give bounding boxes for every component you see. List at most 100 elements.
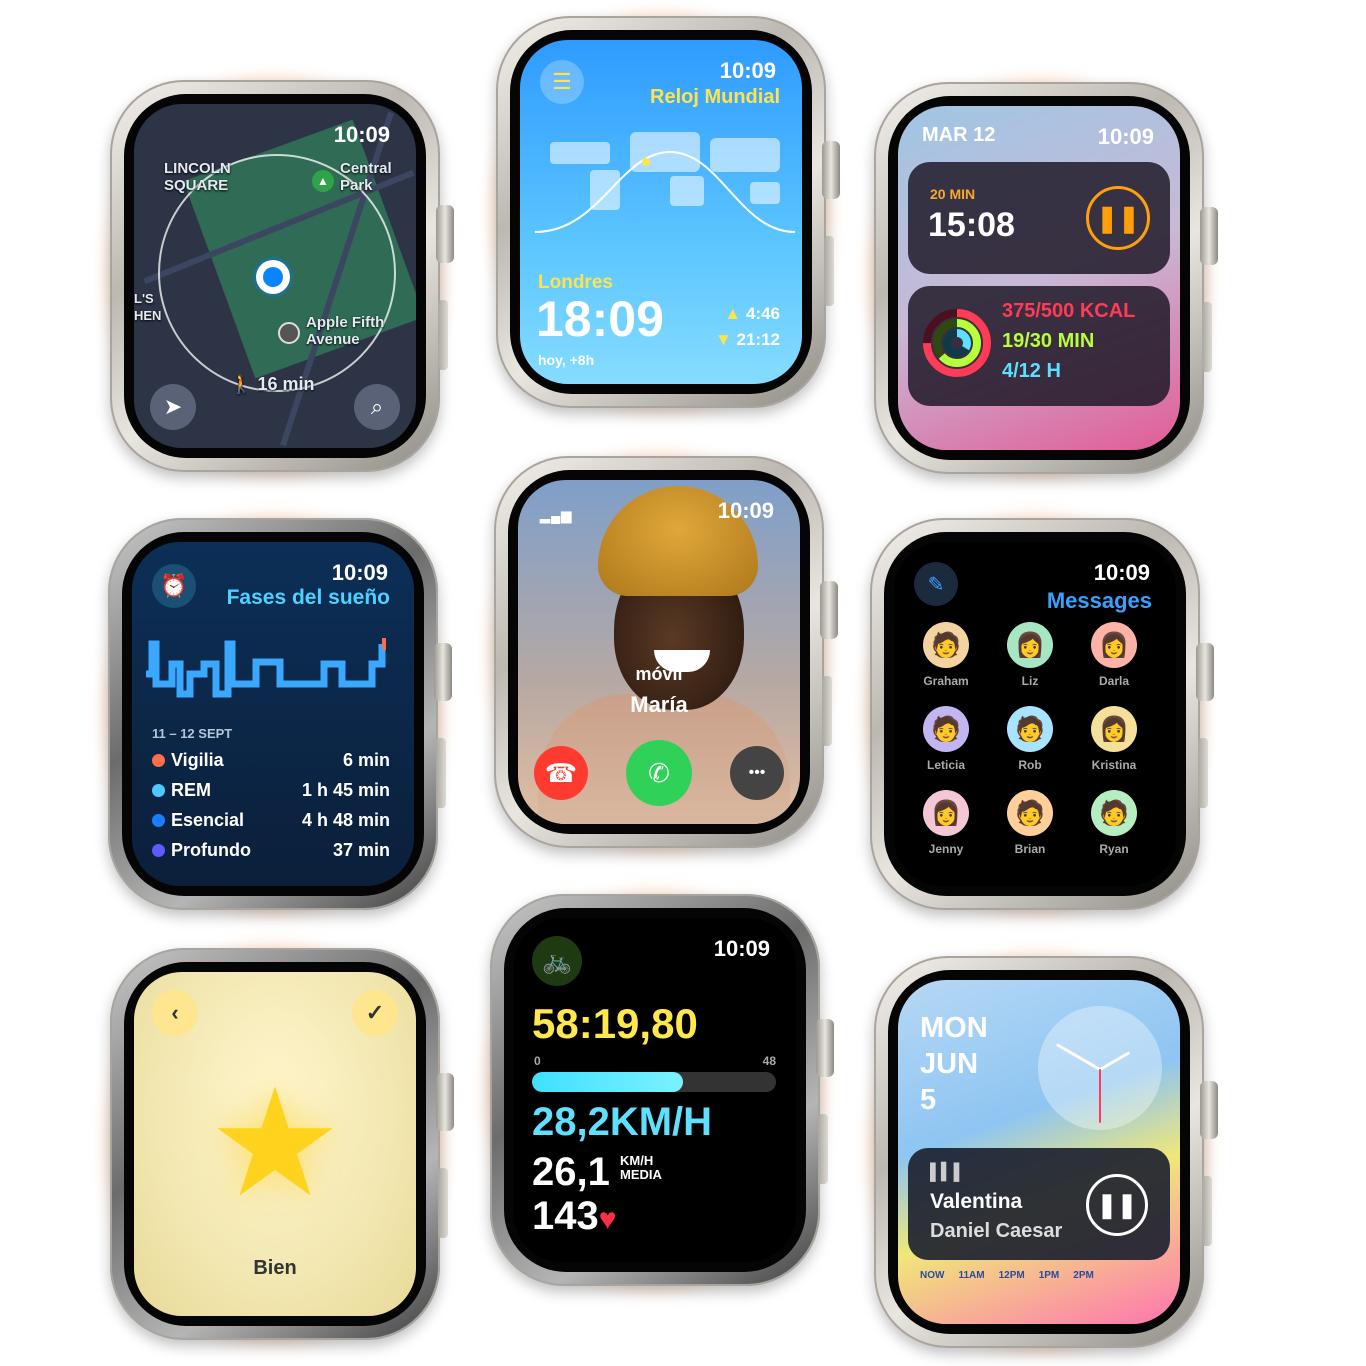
accept-call-icon[interactable]: ✆ — [626, 740, 692, 806]
weekday: MON — [920, 1012, 988, 1044]
contact-name: Ryan — [1099, 842, 1129, 856]
alarm-clock-icon[interactable]: ⏰ — [152, 564, 196, 608]
digital-crown[interactable] — [434, 643, 452, 702]
awake-marker — [382, 638, 386, 650]
side-button[interactable] — [438, 1167, 448, 1238]
pause-icon[interactable]: ❚❚ — [1086, 186, 1150, 250]
map-label-line: Apple Fifth — [306, 314, 385, 331]
status-time: 10:09 — [1097, 124, 1154, 149]
average-speed-unit: KM/H — [620, 1153, 654, 1168]
contact-item[interactable]: 🧑 Ryan — [1084, 790, 1144, 856]
compose-icon[interactable]: ✎ — [914, 562, 958, 606]
digital-crown[interactable] — [816, 1019, 834, 1078]
mindfulness-screen: ‹ ✓ ★ Bien — [134, 972, 416, 1316]
digital-crown[interactable] — [1196, 643, 1214, 702]
map-label-line: HEN — [134, 308, 162, 323]
move-value: 375/500 KCAL — [1002, 300, 1136, 322]
confirm-check-icon[interactable]: ✓ — [352, 990, 398, 1036]
status-time: 10:09 — [717, 498, 774, 523]
contact-item[interactable]: 🧑 Leticia — [916, 706, 976, 772]
call-screen: ▂▄▆ 10:09 móvil María ☎ ✆ ••• — [518, 480, 800, 824]
side-button[interactable] — [822, 675, 832, 746]
map-label-west: L'S HEN — [134, 290, 161, 324]
route-time-value: 16 min — [257, 374, 315, 394]
status-time: 10:09 — [333, 122, 390, 147]
digital-crown[interactable] — [1200, 1081, 1218, 1140]
side-button[interactable] — [438, 299, 448, 370]
contact-item[interactable]: 👩 Kristina — [1084, 706, 1144, 772]
stage-dot — [152, 784, 165, 797]
speed-bar — [532, 1072, 776, 1092]
app-title: Messages — [1046, 588, 1152, 613]
map-label-line: L'S — [134, 291, 154, 306]
avatar: 👩 — [1091, 622, 1137, 668]
contact-item[interactable]: 👩 Liz — [1000, 622, 1060, 688]
sunrise-icon: ▲ — [724, 304, 742, 323]
contact-item[interactable]: 👩 Darla — [1084, 622, 1144, 688]
contact-item[interactable]: 🧑 Brian — [1000, 790, 1060, 856]
search-icon[interactable]: ⌕ — [354, 384, 400, 430]
side-button[interactable] — [1198, 737, 1208, 808]
activity-widget[interactable]: 375/500 KCAL 19/30 MIN 4/12 H — [908, 286, 1170, 406]
scale-max: 48 — [762, 1054, 776, 1068]
contact-item[interactable]: 🧑 Rob — [1000, 706, 1060, 772]
stage-value: 4 h 48 min — [301, 810, 390, 830]
watch-messages: ✎ 10:09 Messages 🧑 Graham 👩 Liz 👩 Darla 🧑 Letic… — [860, 508, 1214, 920]
digital-crown[interactable] — [436, 205, 454, 264]
location-arrow-icon[interactable]: ➤ — [150, 384, 196, 430]
contact-name: Liz — [1021, 674, 1039, 688]
digital-crown[interactable] — [822, 141, 840, 200]
app-title: Fases del sueño — [226, 586, 390, 609]
timeline-label: 12PM — [998, 1270, 1025, 1281]
watch-face-screen: MON JUN 5 ▌▍▌ Valentina Daniel Caesar ❚❚… — [898, 980, 1180, 1324]
second-hand — [1099, 1069, 1101, 1123]
side-button[interactable] — [818, 1113, 828, 1184]
date-range: 11 – 12 SEPT — [152, 726, 233, 741]
timeline-label: 11AM — [958, 1270, 985, 1281]
map-label-lincoln: LINCOLN SQUARE — [164, 160, 231, 194]
calendar-timeline: NOW 11AM 12PM 1PM 2PM — [920, 1270, 1158, 1281]
apple-store-pin-icon[interactable] — [278, 322, 300, 344]
now-playing-widget[interactable]: ▌▍▌ Valentina Daniel Caesar ❚❚ — [908, 1148, 1170, 1260]
timer-widget[interactable]: 20 MIN 15:08 ❚❚ — [908, 162, 1170, 274]
digital-crown[interactable] — [1200, 207, 1218, 266]
watch-face-now-playing: MON JUN 5 ▌▍▌ Valentina Daniel Caesar ❚❚… — [864, 946, 1218, 1358]
avatar: 🧑 — [923, 706, 969, 752]
stage-label: Profundo — [171, 840, 251, 860]
analog-clock — [1038, 1006, 1162, 1130]
stand-value: 4/12 H — [1002, 360, 1061, 382]
contact-item[interactable]: 🧑 Graham — [916, 622, 976, 688]
contact-name: Darla — [1098, 674, 1130, 688]
list-icon[interactable]: ☰ — [540, 60, 584, 104]
decline-call-icon[interactable]: ☎ — [534, 746, 588, 800]
contact-name: Leticia — [926, 758, 965, 772]
world-map-dots — [550, 132, 780, 210]
heart-rate-value: 143 — [532, 1194, 599, 1238]
stage-row-profundo: Profundo 37 min — [152, 840, 390, 861]
digital-crown[interactable] — [820, 581, 838, 640]
pause-icon[interactable]: ❚❚ — [1086, 1174, 1148, 1236]
speed-bar-fill — [532, 1072, 684, 1092]
contact-name: Rob — [1018, 758, 1042, 772]
watch-maps: 10:09 LINCOLN SQUARE ▲ Central Park L'S … — [100, 70, 454, 482]
stage-dot — [152, 844, 165, 857]
song-artist: Daniel Caesar — [930, 1220, 1063, 1242]
more-options-icon[interactable]: ••• — [730, 746, 784, 800]
side-button[interactable] — [824, 235, 834, 306]
avatar: 🧑 — [1007, 790, 1053, 836]
watch-world-clock: ☰ 10:09 Reloj Mundial Londres 18:09 hoy,… — [486, 6, 840, 418]
average-speed-value: 26,1 — [532, 1150, 610, 1194]
route-time: 🚶 16 min — [230, 374, 315, 394]
date-stack: MON JUN 5 — [920, 1010, 988, 1118]
average-speed-label: KM/H MEDIA — [620, 1154, 662, 1182]
activity-rings-icon — [923, 309, 991, 377]
side-button[interactable] — [1202, 301, 1212, 372]
side-button[interactable] — [1202, 1175, 1212, 1246]
park-pin-icon[interactable]: ▲ — [312, 170, 334, 192]
digital-crown[interactable] — [436, 1073, 454, 1132]
contact-item[interactable]: 👩 Jenny — [916, 790, 976, 856]
minute-hand — [1055, 1043, 1101, 1071]
side-button[interactable] — [436, 737, 446, 808]
sunset-time: 21:12 — [736, 330, 780, 349]
back-icon[interactable]: ‹ — [152, 990, 198, 1036]
